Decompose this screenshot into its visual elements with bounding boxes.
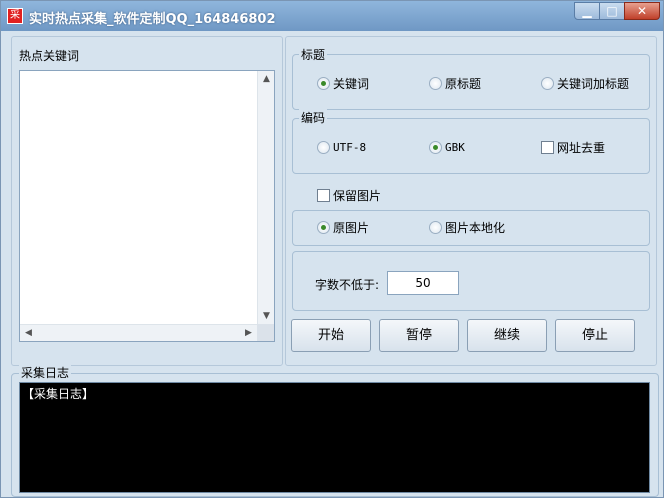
radio-utf8[interactable]: UTF-8 <box>317 139 366 155</box>
radio-utf8-label: UTF-8 <box>333 140 367 154</box>
checkbox-keep-images-label: 保留图片 <box>333 188 382 203</box>
title-bar[interactable]: 采 实时热点采集_软件定制QQ_164846802 ▁ □ ✕ <box>1 1 663 31</box>
encoding-group-label: 编码 <box>299 109 328 126</box>
radio-gbk-label: GBK <box>445 140 465 154</box>
radio-selected-icon <box>429 140 442 154</box>
radio-keyword-plus-title-label: 关键词加标题 <box>557 76 630 91</box>
radio-keyword[interactable]: 关键词 <box>317 75 369 91</box>
radio-original-image-label: 原图片 <box>333 220 370 235</box>
checkbox-url-dedupe-label: 网址去重 <box>557 140 606 155</box>
title-group-label: 标题 <box>299 46 328 63</box>
keywords-textarea[interactable]: ▲ ▼ ◀ ▶ <box>19 70 275 342</box>
close-button[interactable]: ✕ <box>624 2 660 20</box>
vertical-scrollbar[interactable]: ▲ ▼ <box>257 71 274 325</box>
checkbox-keep-images[interactable]: 保留图片 <box>317 187 381 203</box>
checkbox-url-dedupe[interactable]: 网址去重 <box>541 139 605 155</box>
scroll-left-icon[interactable]: ◀ <box>20 325 37 342</box>
radio-unselected-icon <box>429 220 442 234</box>
keywords-label: 热点关键词 <box>19 49 80 63</box>
radio-keyword-label: 关键词 <box>333 76 370 91</box>
radio-keyword-plus-title[interactable]: 关键词加标题 <box>541 75 629 91</box>
checkbox-icon <box>317 188 330 202</box>
radio-localize-image-label: 图片本地化 <box>445 220 506 235</box>
scroll-up-icon[interactable]: ▲ <box>258 71 275 88</box>
maximize-button[interactable]: □ <box>599 2 625 20</box>
radio-original-title-label: 原标题 <box>445 76 482 91</box>
radio-unselected-icon <box>429 76 442 90</box>
radio-gbk[interactable]: GBK <box>429 139 465 155</box>
stop-button[interactable]: 停止 <box>555 319 635 352</box>
horizontal-scrollbar[interactable]: ◀ ▶ <box>20 324 257 341</box>
scroll-down-icon[interactable]: ▼ <box>258 308 275 325</box>
word-count-label: 字数不低于: <box>315 278 380 292</box>
log-label: 采集日志 <box>19 364 72 381</box>
log-line: 【采集日志】 <box>22 387 95 401</box>
start-button[interactable]: 开始 <box>291 319 371 352</box>
scroll-right-icon[interactable]: ▶ <box>240 325 257 342</box>
radio-original-title[interactable]: 原标题 <box>429 75 481 91</box>
resume-button[interactable]: 继续 <box>467 319 547 352</box>
radio-selected-icon <box>317 220 330 234</box>
pause-button[interactable]: 暂停 <box>379 319 459 352</box>
main-window: 采 实时热点采集_软件定制QQ_164846802 ▁ □ ✕ 热点关键词 ▲ … <box>0 0 664 498</box>
radio-original-image[interactable]: 原图片 <box>317 219 369 235</box>
log-output[interactable]: 【采集日志】 <box>19 382 650 493</box>
window-title: 实时热点采集_软件定制QQ_164846802 <box>29 12 276 27</box>
app-icon: 采 <box>7 8 23 24</box>
radio-unselected-icon <box>317 140 330 154</box>
checkbox-icon <box>541 140 554 154</box>
radio-localize-image[interactable]: 图片本地化 <box>429 219 505 235</box>
scroll-corner <box>257 324 274 341</box>
minimize-button[interactable]: ▁ <box>574 2 600 20</box>
radio-selected-icon <box>317 76 330 90</box>
word-count-input[interactable]: 50 <box>387 271 459 295</box>
radio-unselected-icon <box>541 76 554 90</box>
